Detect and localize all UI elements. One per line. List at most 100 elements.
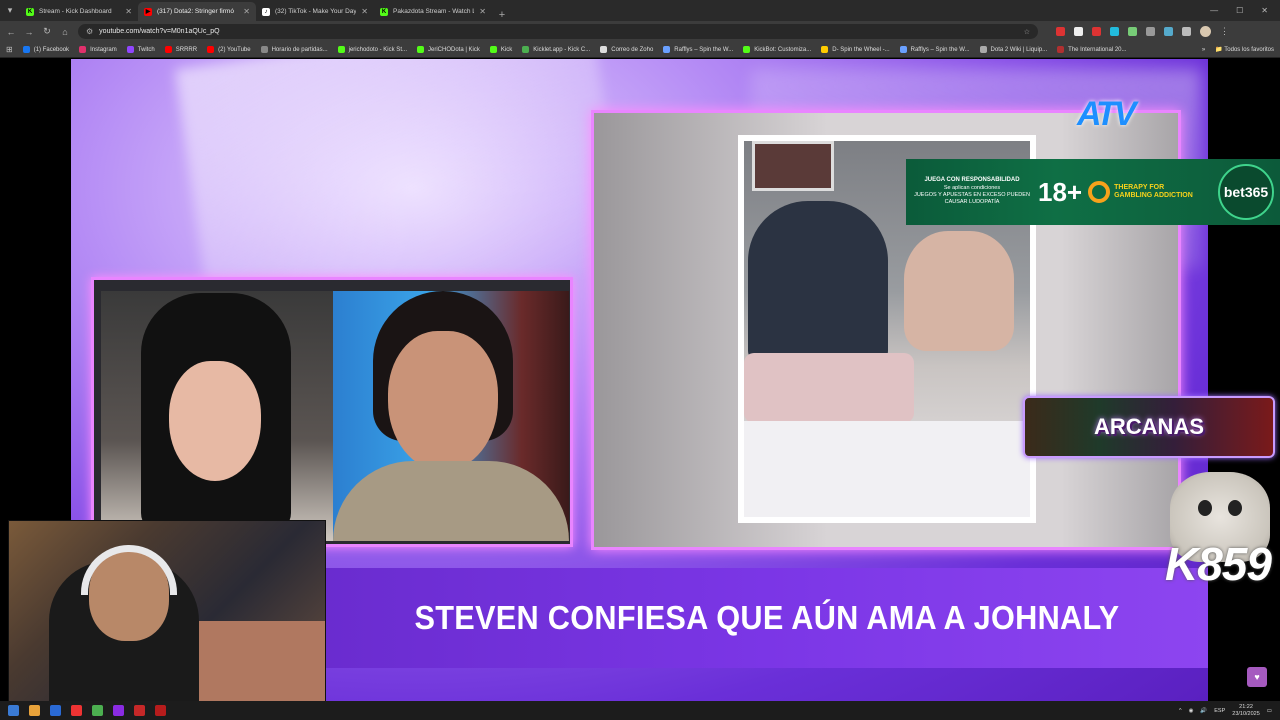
tab-close-icon[interactable]: ✕ (361, 7, 368, 16)
back-icon[interactable]: ← (6, 27, 16, 37)
tab-close-icon[interactable]: ✕ (243, 7, 250, 16)
tab-close-icon[interactable]: ✕ (125, 7, 132, 16)
man-guest-image (333, 291, 569, 541)
bookmark-item[interactable]: Rafflys – Spin the W... (663, 46, 733, 53)
bookmark-favicon-icon (522, 46, 530, 53)
bookmark-item[interactable]: JeriCHODota | Kick (416, 46, 480, 53)
streamer-webcam (8, 520, 326, 706)
bookmark-item[interactable]: SRRRR (164, 46, 198, 53)
notification-icon[interactable]: ▭ (1267, 708, 1272, 714)
bookmark-item[interactable]: KickBot: Customiza... (743, 46, 811, 53)
bookmark-item[interactable]: Kick (489, 46, 512, 53)
dota-icon[interactable] (155, 705, 166, 716)
bookmark-item[interactable]: (2) YouTube (207, 46, 251, 53)
address-bar[interactable]: ⚙ youtube.com/watch?v=M0n1aQUc_pQ ☆ (78, 24, 1038, 39)
app-icon[interactable] (92, 705, 103, 716)
steam-icon[interactable] (50, 705, 61, 716)
new-tab-button[interactable]: + (492, 9, 512, 21)
bookmark-favicon-icon (979, 46, 987, 53)
obs-icon[interactable] (134, 705, 145, 716)
extension-icon[interactable] (1146, 27, 1155, 36)
bet365-logo: bet365 (1218, 164, 1274, 220)
file-explorer-icon[interactable] (29, 705, 40, 716)
clock-date: 23/10/2025 (1232, 710, 1260, 717)
extension-icon[interactable] (1074, 27, 1083, 36)
bookmark-item[interactable]: D- Spin the Wheel -... (821, 46, 890, 53)
bookmark-item[interactable]: Twitch (126, 46, 155, 53)
bookmark-star-icon[interactable]: ☆ (1024, 28, 1030, 36)
bookmark-favicon-icon (164, 46, 172, 53)
volume-icon[interactable]: 🔊 (1200, 708, 1207, 714)
bookmark-label: Twitch (137, 46, 155, 53)
browser-tab[interactable]: ♪ (32) TikTok - Make Your Day ✕ (256, 2, 374, 21)
overlay-counter: K859 (1165, 538, 1272, 590)
bookmark-item[interactable]: Correo de Zoho (600, 46, 653, 53)
bookmark-item[interactable]: The International 20... (1057, 46, 1127, 53)
bookmark-item[interactable]: Kicklet.app - Kick C... (522, 46, 590, 53)
browser-toolbar: ← → ↻ ⌂ ⚙ youtube.com/watch?v=M0n1aQUc_p… (0, 21, 1280, 42)
start-icon[interactable] (8, 705, 19, 716)
extension-icon[interactable] (1092, 27, 1101, 36)
more-bookmarks-icon[interactable]: » (1202, 47, 1205, 53)
tab-search-icon[interactable]: ▾ (0, 0, 20, 21)
bookmark-item[interactable]: Dota 2 Wiki | Liquip... (979, 46, 1048, 53)
chrome-icon[interactable] (71, 705, 82, 716)
bookmark-favicon-icon (260, 46, 268, 53)
kebab-menu-icon[interactable]: ⋮ (1220, 26, 1229, 37)
bookmark-item[interactable]: Instagram (79, 46, 117, 53)
network-icon[interactable]: ◉ (1189, 708, 1194, 714)
all-bookmarks-label: Todos los favoritos (1224, 47, 1274, 53)
bookmark-label: SRRRR (175, 46, 198, 53)
ad-conditions: Se aplican condiciones (943, 185, 1001, 192)
extensions-menu-icon[interactable] (1182, 27, 1191, 36)
browser-tab-strip: ▾ K Stream - Kick Dashboard ✕ ▶ (317) Dota2:… (0, 0, 1280, 21)
lower-third-banner: STEVEN CONFIESA QUE AÚN AMA A JOHNALY (326, 568, 1208, 668)
reload-icon[interactable]: ↻ (42, 26, 52, 37)
minimize-icon[interactable]: — (1210, 6, 1218, 15)
tab-close-icon[interactable]: ✕ (479, 7, 486, 16)
bookmark-favicon-icon (663, 46, 671, 53)
bookmark-list: (1) Facebook Instagram Twitch SRRRR (2) YouT… (22, 46, 1127, 53)
bookmark-favicon-icon (337, 46, 345, 53)
extension-icon[interactable] (1128, 27, 1137, 36)
bookmark-label: Horario de partidas... (271, 46, 328, 53)
extension-icon[interactable] (1164, 27, 1173, 36)
site-info-icon[interactable]: ⚙ (86, 27, 93, 36)
tab-title: (317) Dota2: Stringer firmó (157, 8, 234, 15)
bookmark-label: Instagram (90, 46, 117, 53)
browser-tab[interactable]: K Stream - Kick Dashboard ✕ (20, 2, 138, 21)
bookmark-item[interactable]: Rafflys – Spin the W... (899, 46, 970, 53)
bookmark-favicon-icon (489, 46, 497, 53)
profile-avatar[interactable] (1200, 26, 1211, 37)
extension-icon[interactable] (1110, 27, 1119, 36)
bookmark-label: Rafflys – Spin the W... (910, 46, 970, 53)
all-bookmarks-folder[interactable]: 📁 Todos los favoritos (1215, 46, 1274, 53)
gambling-ad-overlay: JUEGA CON RESPONSABILIDAD Se aplican con… (906, 159, 1280, 225)
video-player[interactable]: ATV STEVEN CONFIESA QUE AÚN AMA A JOHNAL… (0, 59, 1280, 706)
maximize-icon[interactable]: ☐ (1236, 6, 1243, 15)
url-text[interactable]: youtube.com/watch?v=M0n1aQUc_pQ (99, 28, 219, 35)
bookmark-favicon-icon (1057, 46, 1065, 53)
forward-icon[interactable]: → (24, 27, 34, 37)
clock[interactable]: 21:22 23/10/2025 (1232, 704, 1260, 717)
apps-grid-icon[interactable]: ⊞ (6, 45, 13, 54)
bookmark-item[interactable]: (1) Facebook (22, 46, 69, 53)
bookmark-favicon-icon (22, 46, 30, 53)
browser-tab[interactable]: K Pakazdota Stream - Watch Live ✕ (374, 2, 492, 21)
bookmark-label: Kicklet.app - Kick C... (533, 46, 591, 53)
bookmark-item[interactable]: Horario de partidas... (260, 46, 328, 53)
close-window-icon[interactable]: ✕ (1261, 6, 1268, 15)
bookmark-label: KickBot: Customiza... (754, 46, 812, 53)
tab-favicon-icon: K (26, 7, 34, 16)
tab-title: Stream - Kick Dashboard (39, 8, 112, 15)
bookmark-item[interactable]: jerichodoto - Kick St... (337, 46, 407, 53)
bookmark-label: Dota 2 Wiki | Liquip... (990, 46, 1048, 53)
extension-icon[interactable] (1056, 27, 1065, 36)
browser-tab[interactable]: ▶ (317) Dota2: Stringer firmó ✕ (138, 2, 256, 21)
app-icon[interactable] (113, 705, 124, 716)
home-icon[interactable]: ⌂ (60, 27, 70, 37)
language-indicator[interactable]: ESP (1214, 708, 1225, 714)
tray-chevron-icon[interactable]: ^ (1179, 708, 1182, 714)
bookmark-favicon-icon (416, 46, 424, 53)
arcanas-text: ARCANAS (1094, 414, 1204, 439)
